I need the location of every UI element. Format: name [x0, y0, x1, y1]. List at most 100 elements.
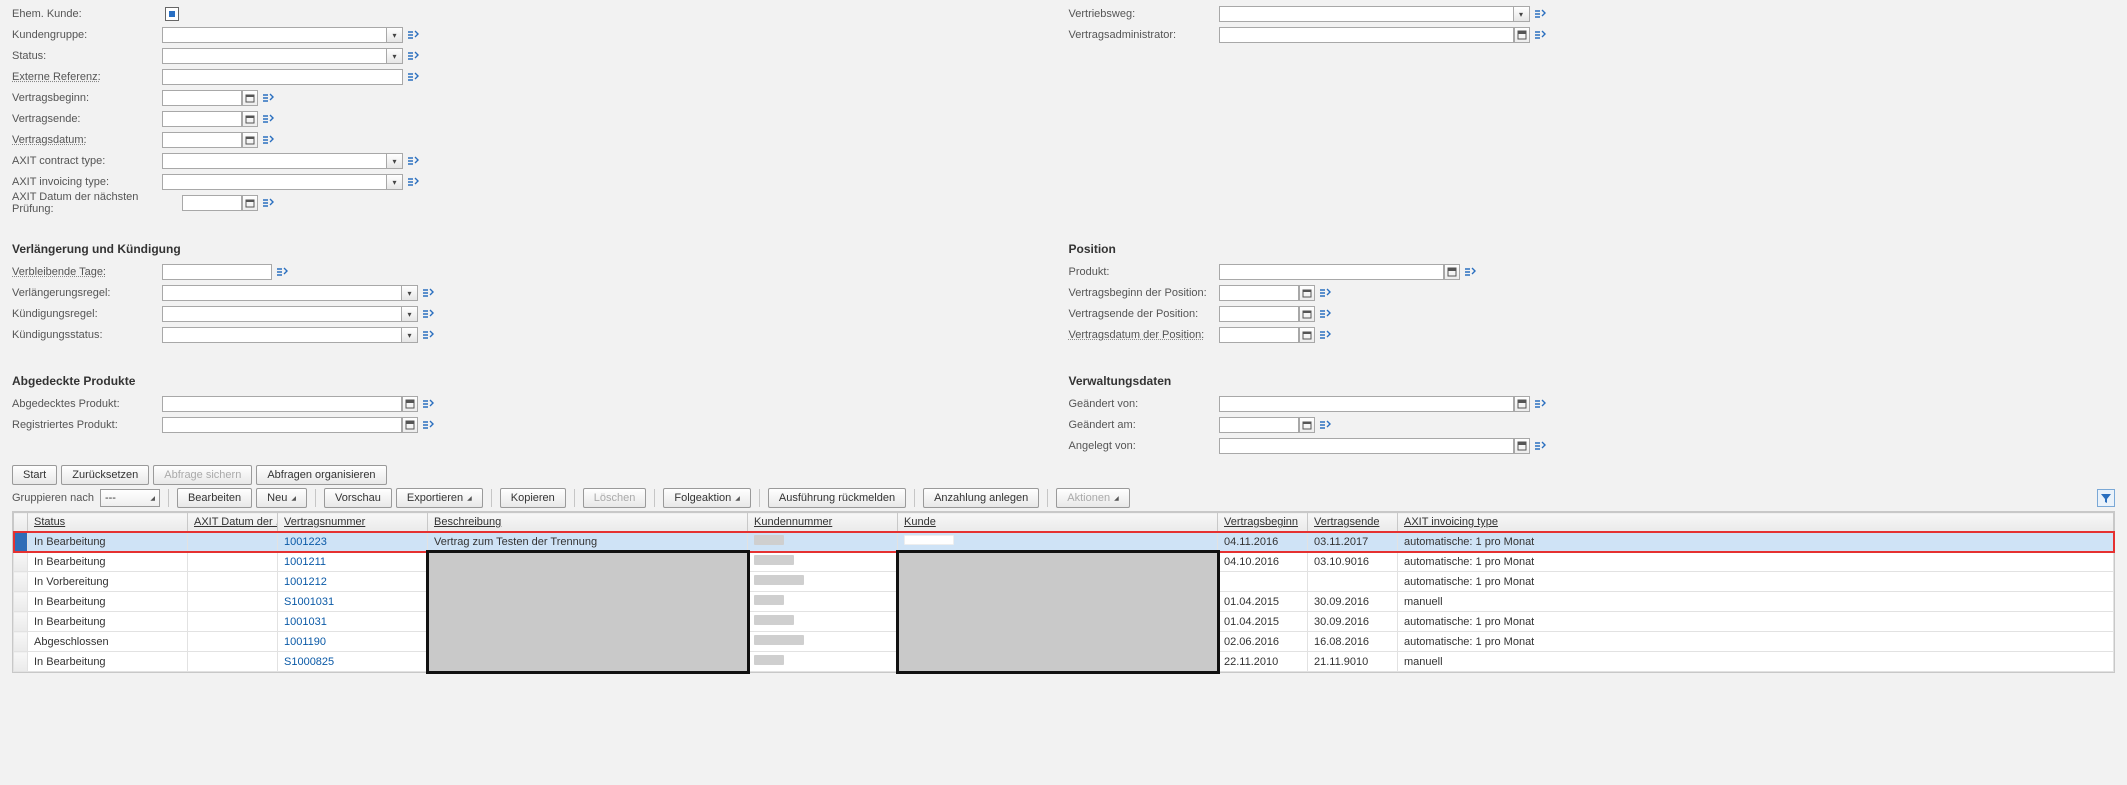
- link-icon[interactable]: [421, 397, 435, 411]
- col-status[interactable]: Status: [28, 513, 188, 532]
- neu-button[interactable]: Neu: [256, 488, 307, 508]
- valuehelp-icon[interactable]: [1444, 264, 1460, 280]
- col-axit-invoicing[interactable]: AXIT invoicing type: [1398, 513, 2114, 532]
- input-axit-ctype[interactable]: [162, 153, 387, 169]
- link-icon[interactable]: [1533, 28, 1547, 42]
- start-button[interactable]: Start: [12, 465, 57, 485]
- link-icon[interactable]: [1463, 265, 1477, 279]
- link-vertragsnummer[interactable]: 1001223: [284, 536, 327, 548]
- abfragen-organisieren-button[interactable]: Abfragen organisieren: [256, 465, 386, 485]
- col-beschreibung[interactable]: Beschreibung: [428, 513, 748, 532]
- valuehelp-icon[interactable]: [402, 396, 418, 412]
- input-axit-itype[interactable]: [162, 174, 387, 190]
- input-vertragsadmin[interactable]: [1219, 27, 1514, 43]
- datepicker-icon[interactable]: [242, 132, 258, 148]
- input-abg-prod[interactable]: [162, 396, 402, 412]
- valuehelp-icon[interactable]: [1514, 438, 1530, 454]
- zuruecksetzen-button[interactable]: Zurücksetzen: [61, 465, 149, 485]
- datepicker-icon[interactable]: [1299, 327, 1315, 343]
- link-icon[interactable]: [421, 286, 435, 300]
- dropdown-kuend-status[interactable]: ▾: [402, 327, 418, 343]
- link-icon[interactable]: [1318, 307, 1332, 321]
- dropdown-kuend-regel[interactable]: ▾: [402, 306, 418, 322]
- dropdown-axit-ctype[interactable]: ▾: [387, 153, 403, 169]
- folgeaktion-button[interactable]: Folgeaktion: [663, 488, 751, 508]
- datepicker-icon[interactable]: [242, 111, 258, 127]
- link-icon[interactable]: [406, 28, 420, 42]
- row-selector[interactable]: [14, 612, 28, 632]
- anzahlung-button[interactable]: Anzahlung anlegen: [923, 488, 1039, 508]
- input-vbeg-pos[interactable]: [1219, 285, 1299, 301]
- kopieren-button[interactable]: Kopieren: [500, 488, 566, 508]
- datepicker-icon[interactable]: [1299, 306, 1315, 322]
- link-icon[interactable]: [421, 307, 435, 321]
- link-icon[interactable]: [421, 328, 435, 342]
- link-icon[interactable]: [421, 418, 435, 432]
- dropdown-status[interactable]: ▾: [387, 48, 403, 64]
- link-vertragsnummer[interactable]: 1001211: [284, 556, 326, 568]
- input-verl-regel[interactable]: [162, 285, 402, 301]
- row-selector[interactable]: [14, 592, 28, 612]
- col-kundennummer[interactable]: Kundennummer: [748, 513, 898, 532]
- link-icon[interactable]: [1318, 418, 1332, 432]
- link-icon[interactable]: [261, 196, 275, 210]
- row-selector[interactable]: [14, 532, 28, 552]
- link-icon[interactable]: [406, 175, 420, 189]
- input-verbl-tage[interactable]: [162, 264, 272, 280]
- valuehelp-icon[interactable]: [402, 417, 418, 433]
- row-selector[interactable]: [14, 572, 28, 592]
- input-vertragsende[interactable]: [162, 111, 242, 127]
- datepicker-icon[interactable]: [242, 90, 258, 106]
- bearbeiten-button[interactable]: Bearbeiten: [177, 488, 252, 508]
- link-icon[interactable]: [1533, 439, 1547, 453]
- dropdown-verl-regel[interactable]: ▾: [402, 285, 418, 301]
- input-vertragsdatum[interactable]: [162, 132, 242, 148]
- link-vertragsnummer[interactable]: S1000825: [284, 656, 334, 668]
- link-icon[interactable]: [406, 154, 420, 168]
- input-reg-prod[interactable]: [162, 417, 402, 433]
- link-vertragsnummer[interactable]: 1001031: [284, 616, 327, 628]
- checkbox-ehem-kunde[interactable]: [165, 7, 179, 21]
- col-vertragsbeginn[interactable]: Vertragsbeginn: [1218, 513, 1308, 532]
- datepicker-icon[interactable]: [1299, 417, 1315, 433]
- table-row[interactable]: In Bearbeitung100121104.10.201603.10.901…: [14, 552, 2114, 572]
- link-icon[interactable]: [261, 91, 275, 105]
- dropdown-vertriebsweg[interactable]: ▾: [1514, 6, 1530, 22]
- link-icon[interactable]: [1318, 328, 1332, 342]
- valuehelp-icon[interactable]: [1514, 27, 1530, 43]
- input-axit-nextcheck[interactable]: [182, 195, 242, 211]
- link-icon[interactable]: [1318, 286, 1332, 300]
- link-icon[interactable]: [261, 133, 275, 147]
- dropdown-kundengruppe[interactable]: ▾: [387, 27, 403, 43]
- input-kuend-status[interactable]: [162, 327, 402, 343]
- link-icon[interactable]: [1533, 397, 1547, 411]
- dropdown-axit-itype[interactable]: ▾: [387, 174, 403, 190]
- ausfuehrung-button[interactable]: Ausführung rückmelden: [768, 488, 906, 508]
- link-icon[interactable]: [1533, 7, 1547, 21]
- input-geaendert-am[interactable]: [1219, 417, 1299, 433]
- link-icon[interactable]: [406, 70, 420, 84]
- datepicker-icon[interactable]: [1299, 285, 1315, 301]
- col-vertragsende[interactable]: Vertragsende: [1308, 513, 1398, 532]
- input-status[interactable]: [162, 48, 387, 64]
- link-vertragsnummer[interactable]: S1001031: [284, 596, 334, 608]
- link-icon[interactable]: [406, 49, 420, 63]
- link-vertragsnummer[interactable]: 1001190: [284, 636, 326, 648]
- input-externe-referenz[interactable]: [162, 69, 403, 85]
- col-selector[interactable]: [14, 513, 28, 532]
- input-vertragsbeginn[interactable]: [162, 90, 242, 106]
- dropdown-gruppieren[interactable]: ---: [100, 489, 160, 507]
- input-kuend-regel[interactable]: [162, 306, 402, 322]
- valuehelp-icon[interactable]: [1514, 396, 1530, 412]
- link-vertragsnummer[interactable]: 1001212: [284, 576, 327, 588]
- col-vertragsnummer[interactable]: Vertragsnummer: [278, 513, 428, 532]
- input-vdat-pos[interactable]: [1219, 327, 1299, 343]
- table-row[interactable]: In Bearbeitung1001223Vertrag zum Testen …: [14, 532, 2114, 552]
- link-icon[interactable]: [275, 265, 289, 279]
- vorschau-button[interactable]: Vorschau: [324, 488, 392, 508]
- col-axit-date[interactable]: AXIT Datum der ...: [188, 513, 278, 532]
- exportieren-button[interactable]: Exportieren: [396, 488, 483, 508]
- col-kunde[interactable]: Kunde: [898, 513, 1218, 532]
- filter-icon[interactable]: [2097, 489, 2115, 507]
- datepicker-icon[interactable]: [242, 195, 258, 211]
